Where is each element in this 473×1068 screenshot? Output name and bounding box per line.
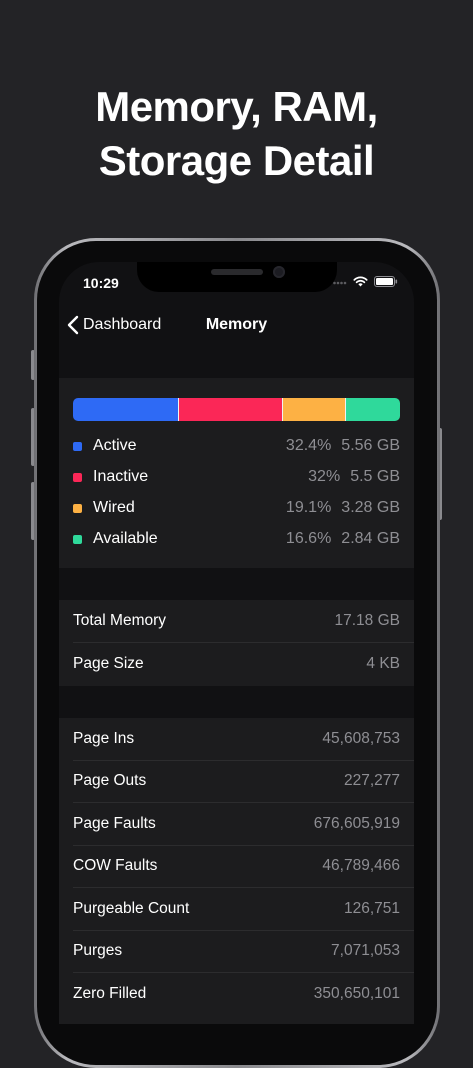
- stats-card: Page Ins 45,608,753 Page Outs 227,277 Page F…: [59, 718, 414, 1024]
- legend-values: 19.1% 3.28 GB: [286, 499, 400, 517]
- row-label: Purges: [73, 942, 123, 960]
- legend-percent: 16.6%: [285, 530, 332, 547]
- legend-color-dot: [73, 503, 82, 513]
- legend-label: Available: [93, 530, 158, 547]
- legend-size: 3.28 GB: [341, 499, 400, 516]
- battery-icon: [374, 276, 398, 287]
- notch: [137, 262, 337, 292]
- detail-row-total-memory: Total Memory 17.18 GB: [73, 600, 414, 643]
- detail-row-page-size: Page Size 4 KB: [73, 643, 414, 685]
- speaker-grille: [211, 269, 263, 275]
- legend-size: 5.56 GB: [341, 437, 400, 454]
- legend-percent: 32.4%: [285, 437, 332, 454]
- row-value: 45,608,753: [322, 729, 400, 747]
- memory-usage-bar: [73, 398, 400, 421]
- detail-row-cow-faults: COW Faults 46,789,466: [73, 846, 414, 888]
- legend-label: Wired: [93, 499, 135, 516]
- row-value: 4 KB: [366, 655, 400, 672]
- usage-segment-available: [345, 398, 400, 421]
- row-label: Page Outs: [73, 772, 147, 790]
- legend-values: 32% 5.5 GB: [308, 468, 400, 486]
- legend-size: 2.84 GB: [341, 530, 400, 547]
- status-icons: [333, 276, 398, 287]
- row-value: 126,751: [343, 899, 400, 917]
- legend-percent: 32%: [308, 468, 341, 485]
- row-label: Page Ins: [73, 729, 135, 747]
- section-gap: [59, 350, 414, 378]
- legend-size: 5.5 GB: [350, 468, 400, 485]
- summary-card: Total Memory 17.18 GB Page Size 4 KB: [59, 600, 414, 686]
- detail-row-page-faults: Page Faults 676,605,919: [73, 803, 414, 846]
- section-gap: [59, 686, 414, 718]
- legend-color-dot: [73, 472, 82, 482]
- legend-row-available: Available 16.6% 2.84 GB: [73, 527, 400, 551]
- status-time: 10:29: [83, 275, 119, 291]
- detail-row-purges: Purges 7,071,053: [73, 931, 414, 973]
- section-gap: [59, 568, 414, 600]
- row-value: 227,277: [343, 772, 400, 790]
- legend-percent: 19.1%: [285, 499, 332, 516]
- usage-segment-wired: [282, 398, 346, 421]
- row-label: Total Memory: [73, 612, 167, 629]
- row-value: 676,605,919: [313, 814, 400, 832]
- legend-label: Active: [93, 437, 137, 454]
- row-label: Page Size: [73, 655, 144, 672]
- row-label: Zero Filled: [73, 984, 147, 1002]
- legend-row-active: Active 32.4% 5.56 GB: [73, 434, 400, 458]
- row-value: 46,789,466: [322, 857, 400, 875]
- legend-values: 16.6% 2.84 GB: [286, 530, 400, 548]
- marketing-headline: Memory, RAM, Storage Detail: [95, 83, 378, 184]
- phone-screen: 10:29 Dashboard Memory Active 32.4% 5.56 G…: [59, 262, 414, 1024]
- row-value: 350,650,101: [313, 984, 400, 1002]
- detail-row-page-ins: Page Ins 45,608,753: [73, 718, 414, 761]
- row-value: 7,071,053: [331, 942, 400, 960]
- row-label: Page Faults: [73, 814, 156, 832]
- legend-color-dot: [73, 441, 82, 451]
- page-title: Memory: [205, 316, 268, 333]
- wifi-icon: [353, 276, 368, 287]
- row-value: 17.18 GB: [334, 612, 401, 629]
- detail-row-purgeable-count: Purgeable Count 126,751: [73, 888, 414, 931]
- detail-row-zero-filled: Zero Filled 350,650,101: [73, 973, 414, 1015]
- usage-segment-inactive: [177, 398, 283, 421]
- row-label: COW Faults: [73, 857, 158, 875]
- usage-segment-active: [73, 398, 178, 421]
- memory-breakdown-card: Active 32.4% 5.56 GB Inactive 32% 5.5 GB Wired…: [59, 378, 414, 568]
- row-label: Purgeable Count: [73, 899, 190, 917]
- legend-values: 32.4% 5.56 GB: [286, 437, 400, 455]
- legend-color-dot: [73, 534, 82, 544]
- legend-row-wired: Wired 19.1% 3.28 GB: [73, 496, 400, 520]
- legend-row-inactive: Inactive 32% 5.5 GB: [73, 465, 400, 489]
- detail-row-page-outs: Page Outs 227,277: [73, 761, 414, 803]
- navigation-bar: Dashboard Memory: [59, 310, 414, 340]
- cellular-signal-icon: [333, 281, 347, 284]
- front-camera: [273, 266, 285, 278]
- legend-label: Inactive: [93, 468, 149, 485]
